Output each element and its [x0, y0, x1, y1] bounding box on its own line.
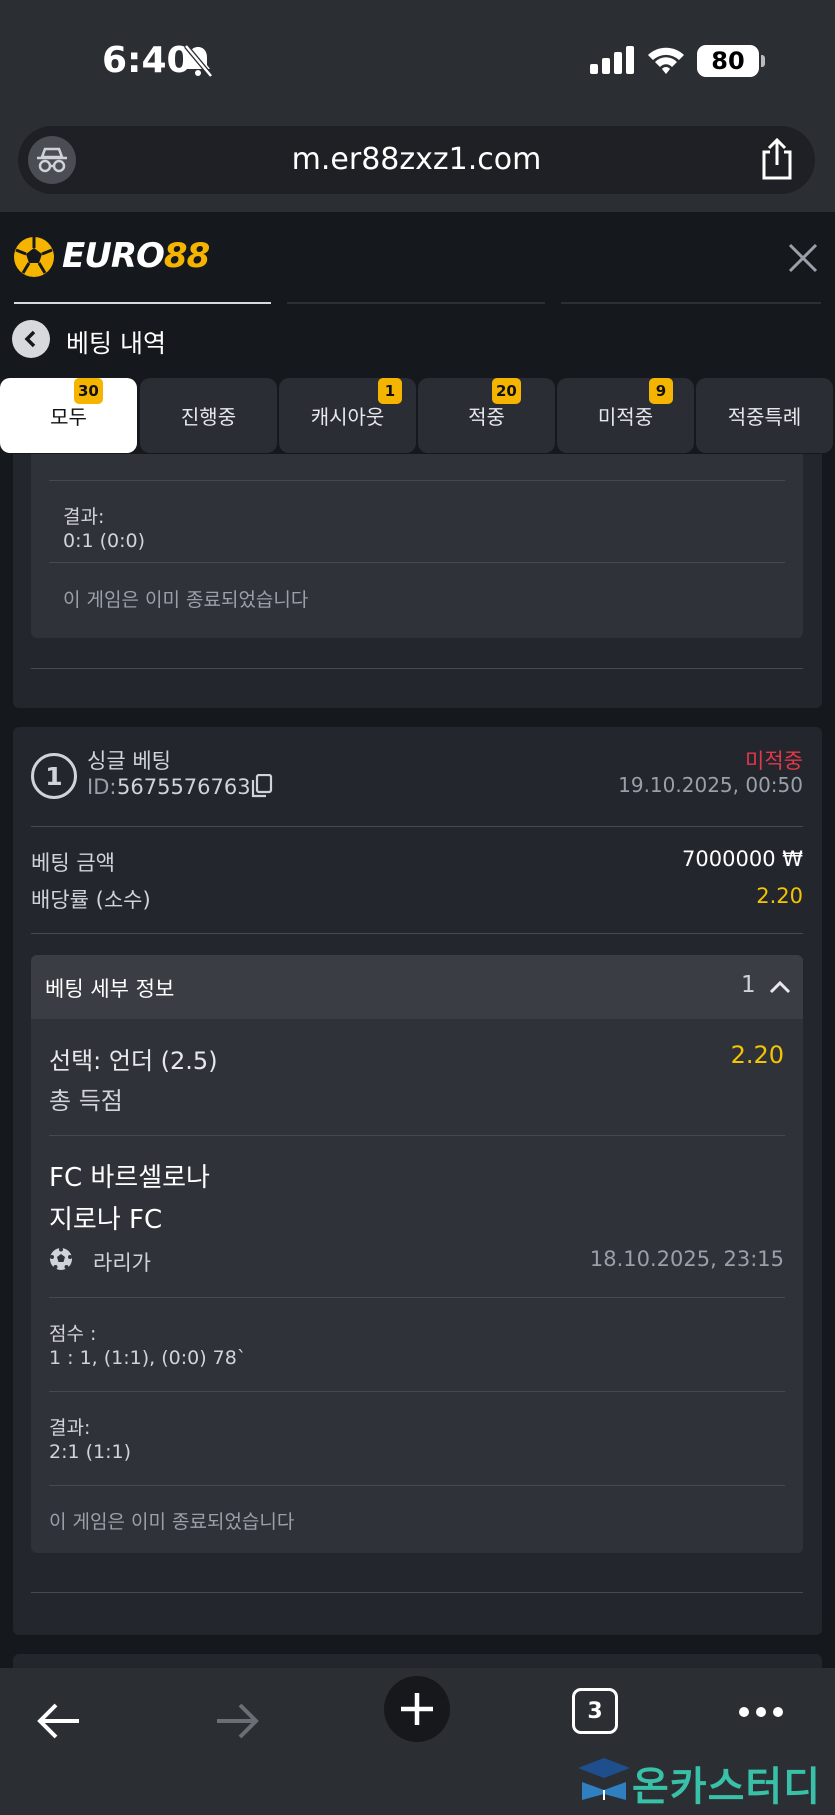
page-title-row: 베팅 내역	[0, 304, 835, 378]
stake-label: 베팅 금액	[31, 851, 115, 875]
count-badge: 1	[378, 378, 402, 404]
tab-label: 캐시아웃	[310, 405, 385, 429]
bet-history-list[interactable]: 결과: 0:1 (0:0) 이 게임은 이미 종료되었습니다 1 싱글 베팅 I…	[0, 454, 835, 1668]
new-tab-button[interactable]	[384, 1676, 450, 1742]
event-datetime: 18.10.2025, 23:15	[589, 1247, 784, 1271]
league-name: 라리가	[93, 1251, 151, 1275]
share-icon[interactable]	[759, 138, 795, 180]
result-value: 0:1 (0:0)	[63, 530, 146, 552]
finished-note: 이 게임은 이미 종료되었습니다	[49, 1511, 295, 1533]
arrow-right-icon[interactable]	[214, 1698, 260, 1744]
battery-indicator: 80	[697, 45, 765, 77]
tab-special[interactable]: 적중특례	[696, 378, 833, 453]
tab-label: 적중특례	[727, 405, 802, 429]
wifi-icon	[648, 47, 684, 74]
tab-all[interactable]: 모두 30	[0, 378, 137, 453]
browser-url-area: m.er88zxz1.com	[0, 120, 835, 212]
market-name: 총 득점	[49, 1087, 123, 1115]
plus-icon	[401, 1693, 433, 1725]
close-icon[interactable]	[785, 240, 821, 276]
home-team: FC 바르셀로나	[49, 1163, 210, 1193]
tab-in-progress[interactable]: 진행중	[140, 378, 277, 453]
details-count: 1	[741, 972, 756, 998]
tab-lost[interactable]: 미적중 9	[557, 378, 694, 453]
bet-filter-tabs: 모두 30 진행중 캐시아웃 1 적중 20 미적중 9 적중특례	[0, 378, 835, 454]
details-header[interactable]: 베팅 세부 정보 1	[31, 955, 803, 1019]
chevron-left-icon	[24, 330, 36, 348]
back-button[interactable]	[12, 320, 50, 358]
result-value: 2:1 (1:1)	[49, 1441, 132, 1463]
tab-label: 적중	[468, 405, 505, 429]
bet-card: 결과: 0:1 (0:0) 이 게임은 이미 종료되었습니다	[13, 454, 822, 708]
result-label: 결과:	[49, 1417, 91, 1439]
count-badge: 9	[649, 378, 673, 404]
status-bar: 6:40 80	[0, 0, 835, 120]
bet-id: 5675576763	[117, 775, 251, 799]
away-team: 지로나 FC	[49, 1205, 163, 1235]
selection: 선택: 언더 (2.5)	[49, 1047, 218, 1075]
soccer-ball-icon	[50, 1247, 72, 1270]
tab-switcher-button[interactable]: 3	[572, 1688, 618, 1734]
bet-index-badge: 1	[31, 753, 77, 799]
watermark-text: 온카스터디	[632, 1764, 821, 1810]
tab-label: 미적중	[597, 405, 654, 429]
browser-toolbar: 3 온카스터디	[0, 1668, 835, 1815]
count-badge: 20	[492, 378, 521, 404]
arrow-left-icon[interactable]	[36, 1698, 82, 1744]
site-logo[interactable]: EURO88	[62, 236, 210, 276]
score-label: 점수 :	[49, 1323, 97, 1345]
graduation-book-logo-icon	[578, 1758, 630, 1800]
address-bar[interactable]: m.er88zxz1.com	[18, 126, 815, 194]
score-value: 1 : 1, (1:1), (0:0) 78`	[49, 1347, 247, 1369]
bet-type: 싱글 베팅	[87, 749, 171, 773]
odds-value: 2.20	[756, 884, 803, 908]
stake-value: 7000000 ₩	[682, 847, 803, 871]
page-title: 베팅 내역	[66, 329, 166, 358]
tab-won[interactable]: 적중 20	[418, 378, 555, 453]
chevron-up-icon[interactable]	[769, 979, 791, 995]
finished-note: 이 게임은 이미 종료되었습니다	[63, 589, 309, 611]
bell-muted-icon	[184, 44, 213, 78]
bet-detail-panel: 베팅 세부 정보 1 선택: 언더 (2.5) 2.20 총 득점 FC 바르셀…	[31, 955, 803, 1553]
bet-card: 1 싱글 베팅 ID: 5675576763 미적중 19.10.2025, 0…	[13, 727, 822, 1635]
bet-detail-panel: 결과: 0:1 (0:0) 이 게임은 이미 종료되었습니다	[31, 454, 803, 638]
bet-status: 미적중	[745, 749, 803, 773]
odds-label: 배당률 (소수)	[31, 888, 151, 912]
count-badge: 30	[74, 378, 103, 404]
details-title: 베팅 세부 정보	[45, 977, 175, 1001]
url-text: m.er88zxz1.com	[291, 142, 542, 177]
copy-icon[interactable]	[251, 774, 273, 798]
result-label: 결과:	[63, 506, 105, 528]
bet-datetime: 19.10.2025, 00:50	[618, 773, 803, 797]
clock: 6:40	[102, 40, 192, 81]
tab-cashout[interactable]: 캐시아웃 1	[279, 378, 416, 453]
tab-label: 모두	[50, 405, 87, 429]
selection-odds: 2.20	[730, 1041, 784, 1069]
soccer-ball-logo-icon	[14, 237, 54, 277]
more-options-icon[interactable]	[738, 1706, 784, 1718]
bet-card	[13, 1654, 822, 1668]
site-header: EURO88	[0, 212, 835, 305]
bet-id-label: ID:	[87, 775, 117, 799]
cellular-signal-icon	[590, 46, 634, 74]
tab-label: 진행중	[180, 405, 237, 429]
